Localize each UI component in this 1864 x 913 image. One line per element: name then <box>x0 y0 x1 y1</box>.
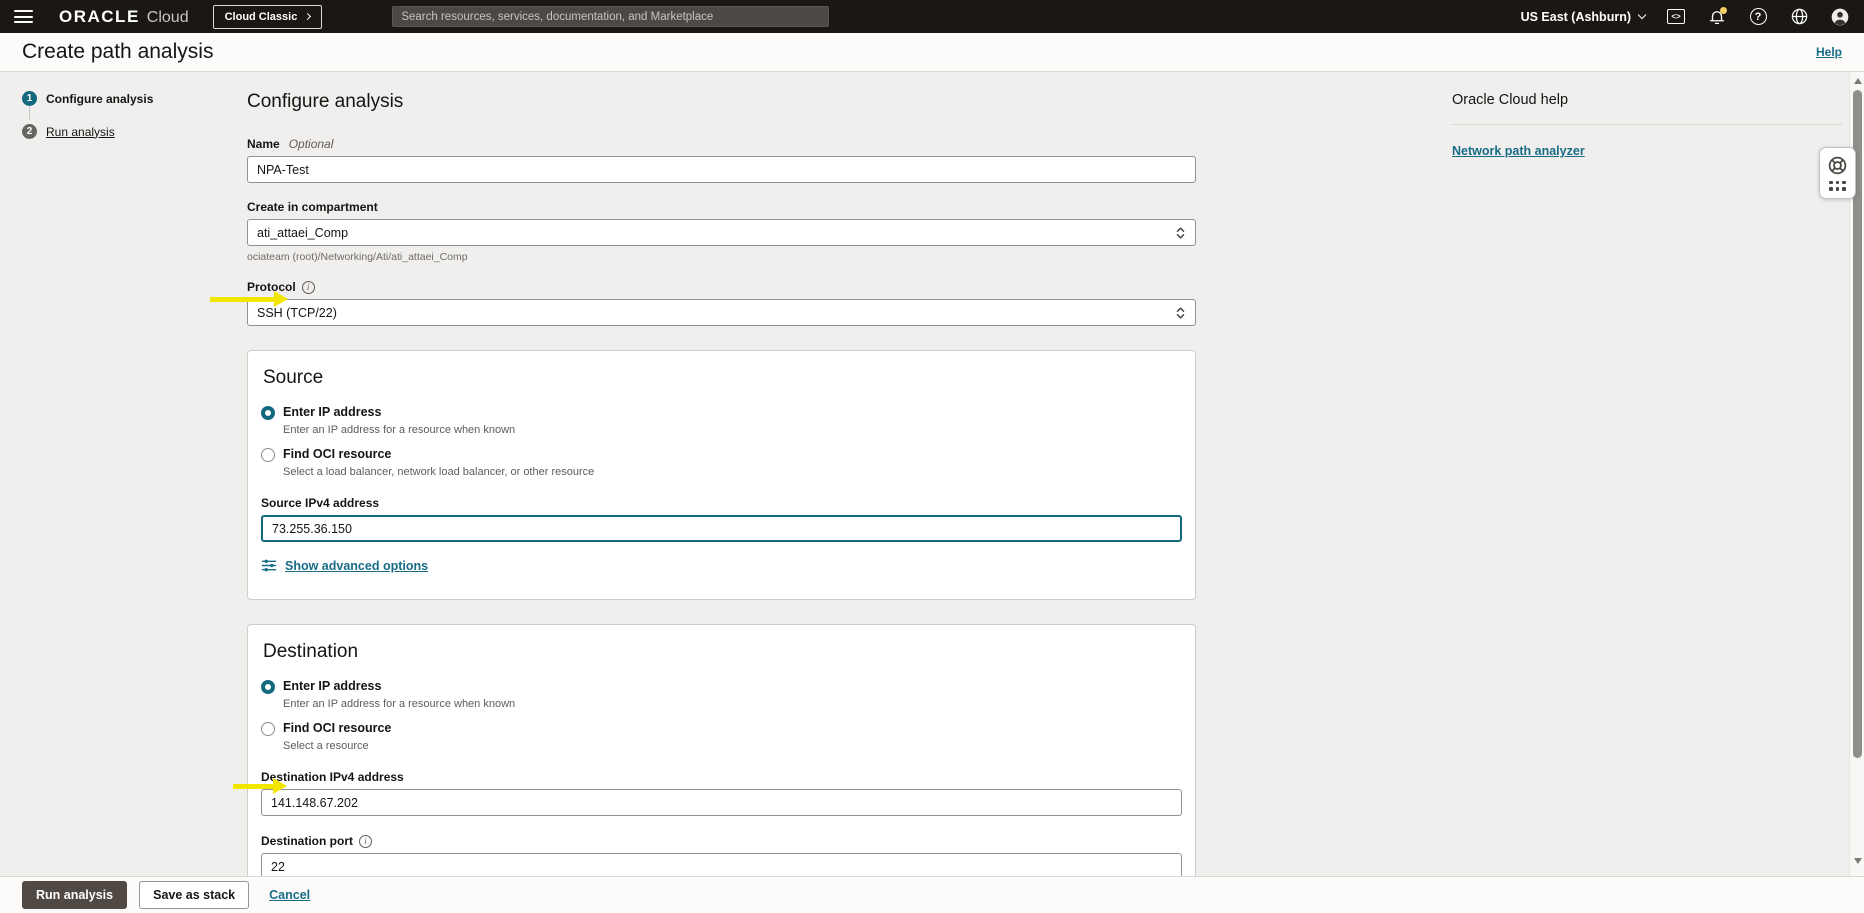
radio-unselected-icon <box>261 722 275 736</box>
wizard-stepper: 1 Configure analysis 2 Run analysis <box>22 91 222 157</box>
top-navigation-bar: ORACLE Cloud Cloud Classic US East (Ashb… <box>0 0 1864 33</box>
user-avatar-icon[interactable] <box>1830 7 1850 27</box>
global-search <box>392 6 830 27</box>
scroll-up-arrow[interactable] <box>1853 78 1862 84</box>
compartment-select[interactable]: ati_attaei_Comp <box>247 219 1196 246</box>
compartment-hint: ociateam (root)/Networking/Ati/ati_attae… <box>247 251 468 263</box>
sliders-icon <box>261 559 277 572</box>
compartment-value: ati_attaei_Comp <box>257 225 349 240</box>
protocol-info-icon[interactable] <box>301 280 315 294</box>
source-find-oci-desc: Select a load balancer, network load bal… <box>283 466 595 478</box>
radio-unselected-icon <box>261 448 275 462</box>
source-ip-input[interactable] <box>261 515 1182 542</box>
source-ip-label: Source IPv4 address <box>261 496 380 510</box>
compartment-label: Create in compartment <box>247 200 378 214</box>
destination-heading: Destination <box>263 641 359 662</box>
chevron-down-icon <box>1637 10 1647 20</box>
life-ring-icon <box>1828 156 1847 174</box>
step-configure-analysis[interactable]: 1 Configure analysis <box>22 91 222 124</box>
step-connector-line <box>29 107 30 120</box>
cloud-classic-label: Cloud Classic <box>224 10 298 23</box>
step-1-label: Configure analysis <box>46 91 154 106</box>
dots-grid-icon <box>1829 180 1846 192</box>
content-area: 1 Configure analysis 2 Run analysis Conf… <box>0 72 1864 876</box>
step-run-analysis[interactable]: 2 Run analysis <box>22 124 222 157</box>
protocol-field-group: Protocol SSH (TCP/22) <box>247 280 1196 326</box>
oracle-cloud-logo[interactable]: ORACLE Cloud <box>59 7 189 27</box>
region-label: US East (Ashburn) <box>1520 9 1631 24</box>
brand-oracle: ORACLE <box>59 6 140 26</box>
radio-selected-icon <box>261 680 275 694</box>
source-enter-ip-radio[interactable]: Enter IP address <box>261 405 1182 420</box>
destination-port-input[interactable] <box>261 853 1182 876</box>
oracle-cloud-console: ORACLE Cloud Cloud Classic US East (Ashb… <box>0 0 1864 913</box>
protocol-label: Protocol <box>247 280 296 294</box>
name-label: Name <box>247 137 280 151</box>
support-widget[interactable] <box>1819 147 1856 199</box>
name-optional-tag: Optional <box>288 137 334 151</box>
radio-selected-icon <box>261 406 275 420</box>
brand-cloud: Cloud <box>146 8 189 26</box>
page-title: Create path analysis <box>22 40 214 63</box>
cloud-classic-button[interactable]: Cloud Classic <box>212 4 323 29</box>
compartment-field-group: Create in compartment ati_attaei_Comp oc… <box>247 200 1196 263</box>
source-find-oci-radio[interactable]: Find OCI resource <box>261 447 1182 462</box>
notifications-bell-icon[interactable] <box>1707 6 1727 27</box>
destination-port-info-icon[interactable] <box>359 834 372 848</box>
run-analysis-button[interactable]: Run analysis <box>22 881 128 909</box>
hamburger-menu-icon[interactable] <box>14 10 33 23</box>
destination-port-label: Destination port <box>261 834 353 848</box>
step-2-circle: 2 <box>22 124 37 139</box>
show-advanced-options[interactable]: Show advanced options <box>261 558 1182 573</box>
globe-language-icon[interactable] <box>1789 7 1809 27</box>
scroll-down-arrow[interactable] <box>1853 858 1862 864</box>
notification-badge <box>1720 6 1727 14</box>
name-field-group: Name Optional <box>247 137 1196 183</box>
step-1-circle: 1 <box>22 91 37 106</box>
select-chevrons-icon <box>1176 306 1185 319</box>
help-link[interactable]: Help <box>1816 45 1842 59</box>
source-enter-ip-desc: Enter an IP address for a resource when … <box>283 424 516 436</box>
form-heading: Configure analysis <box>247 91 404 112</box>
action-footer: Run analysis Save as stack Cancel <box>0 876 1864 913</box>
destination-card: Destination Enter IP address Enter an IP… <box>247 624 1196 876</box>
chevron-right-icon <box>304 12 312 21</box>
destination-ip-label: Destination IPv4 address <box>261 770 404 784</box>
destination-enter-ip-radio[interactable]: Enter IP address <box>261 679 1182 694</box>
source-card: Source Enter IP address Enter an IP addr… <box>247 350 1196 600</box>
destination-enter-ip-desc: Enter an IP address for a resource when … <box>283 698 516 710</box>
oracle-cloud-help-panel: Oracle Cloud help Network path analyzer <box>1452 92 1842 158</box>
protocol-value: SSH (TCP/22) <box>257 305 337 320</box>
protocol-select[interactable]: SSH (TCP/22) <box>247 299 1196 326</box>
cancel-link[interactable]: Cancel <box>269 888 310 902</box>
step-2-link[interactable]: Run analysis <box>46 125 115 139</box>
name-input[interactable] <box>247 156 1196 183</box>
advanced-options-link[interactable]: Show advanced options <box>285 559 428 573</box>
topbar-right-cluster: US East (Ashburn) <> <box>1520 6 1850 27</box>
configure-analysis-form: Configure analysis Name Optional Create … <box>247 91 1196 876</box>
developer-tools-icon[interactable]: <> <box>1666 7 1686 27</box>
region-selector[interactable]: US East (Ashburn) <box>1520 9 1647 24</box>
help-question-icon[interactable] <box>1748 7 1768 27</box>
network-path-analyzer-link[interactable]: Network path analyzer <box>1452 144 1585 158</box>
page-header: Create path analysis Help <box>0 33 1864 72</box>
save-as-stack-button[interactable]: Save as stack <box>139 881 250 909</box>
source-heading: Source <box>263 367 324 388</box>
destination-ip-input[interactable] <box>261 789 1182 816</box>
search-input[interactable] <box>392 6 830 27</box>
select-chevrons-icon <box>1176 226 1185 239</box>
help-panel-heading: Oracle Cloud help <box>1452 92 1842 125</box>
destination-find-oci-radio[interactable]: Find OCI resource <box>261 721 1182 736</box>
destination-find-oci-desc: Select a resource <box>283 740 369 752</box>
